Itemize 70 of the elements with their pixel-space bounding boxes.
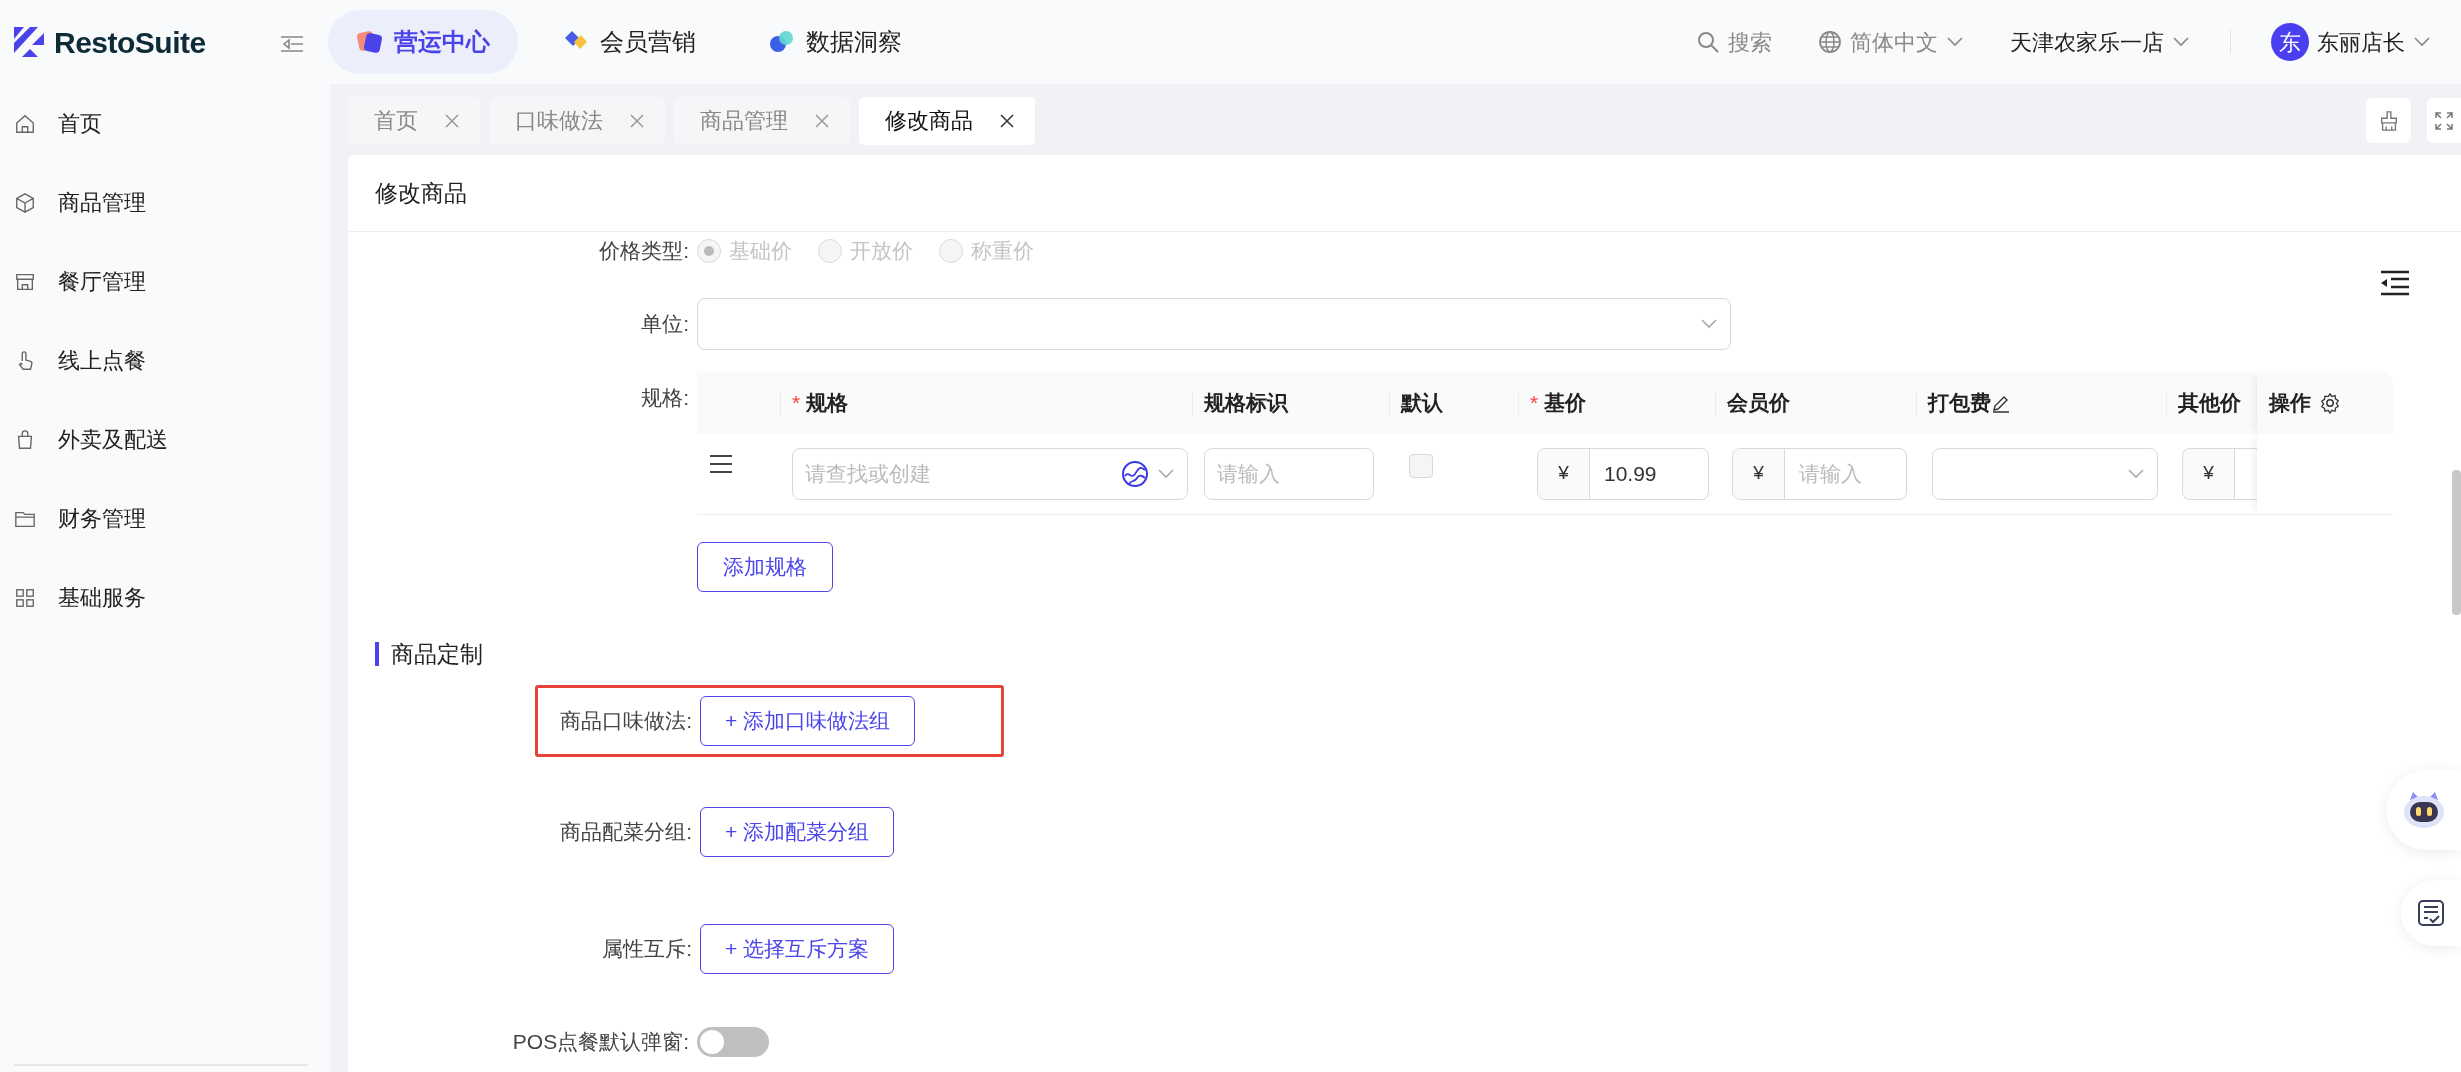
- grid-icon: [14, 586, 36, 609]
- chevron-down-icon: [1946, 36, 1964, 48]
- field-label: 商品口味做法:: [559, 708, 693, 735]
- chevron-down-icon: [2127, 467, 2145, 480]
- checklist-icon: [2417, 899, 2445, 927]
- sidebar-item[interactable]: 基础服务: [0, 558, 330, 637]
- add-spec-button[interactable]: 添加规格: [697, 541, 833, 592]
- chevron-down-icon: [1700, 317, 1718, 330]
- expand-icon: [2434, 110, 2454, 131]
- checkbox[interactable]: [1409, 453, 1433, 478]
- price-input[interactable]: ¥ 10.99: [1537, 447, 1709, 500]
- nav-tab[interactable]: 会员营销: [534, 10, 724, 74]
- field-label: 单位:: [640, 310, 690, 337]
- scrollbar-thumb[interactable]: [2452, 470, 2461, 615]
- user-menu[interactable]: 东 东丽店长: [2265, 22, 2437, 62]
- section-marker: [375, 641, 379, 666]
- column-header: 规格标识: [1192, 371, 1389, 434]
- add-button[interactable]: + 添加配菜分组: [700, 807, 895, 857]
- price-input[interactable]: ¥: [2182, 447, 2257, 500]
- collapse-menu-icon[interactable]: [280, 33, 304, 54]
- column-header: * 规格: [780, 371, 1192, 434]
- field-label: 商品配菜分组:: [559, 819, 693, 846]
- globe-icon[interactable]: [1121, 459, 1149, 488]
- field-label: POS点餐默认弹窗:: [511, 1029, 690, 1055]
- sidebar-item[interactable]: 外卖及配送: [0, 400, 330, 479]
- sidebar-item[interactable]: 财务管理: [0, 479, 330, 558]
- close-icon[interactable]: [999, 112, 1015, 129]
- brand-name: RestoSuite: [54, 24, 206, 61]
- fullscreen-button[interactable]: [2427, 98, 2461, 143]
- clean-button[interactable]: [2366, 98, 2411, 143]
- logo-icon: [12, 25, 46, 59]
- assistant-button[interactable]: [2386, 770, 2461, 850]
- chevron-down-icon: [2172, 36, 2190, 48]
- robot-icon: [2401, 790, 2446, 830]
- column-header: 打包费: [1916, 371, 2166, 434]
- section-title: 商品定制: [391, 639, 483, 669]
- globe-icon: [1818, 30, 1842, 54]
- price-input[interactable]: ¥ 请输入: [1732, 447, 1907, 500]
- store-selector[interactable]: 天津农家乐一店: [2004, 24, 2196, 60]
- field-label: 属性互斥:: [601, 936, 693, 963]
- field-label: 规格:: [640, 384, 690, 411]
- drag-handle-icon[interactable]: [709, 453, 733, 474]
- avatar: 东: [2271, 23, 2309, 61]
- column-header: * 基价: [1518, 371, 1715, 434]
- task-button[interactable]: [2401, 880, 2461, 946]
- column-header: 默认: [1389, 371, 1518, 434]
- home-icon: [14, 112, 36, 135]
- field-label: 价格类型:: [598, 238, 690, 264]
- sidebar-item[interactable]: 商品管理: [0, 163, 330, 242]
- settings-icon[interactable]: [2319, 391, 2341, 414]
- cards-icon: [356, 28, 384, 56]
- column-header: 其他价: [2166, 371, 2257, 434]
- column-header: 操作: [2257, 371, 2393, 434]
- add-button[interactable]: + 添加口味做法组: [700, 696, 916, 746]
- toggle-switch[interactable]: [697, 1026, 769, 1057]
- sidebar-item[interactable]: 首页: [0, 84, 330, 163]
- sidebar-item[interactable]: 线上点餐: [0, 321, 330, 400]
- add-button[interactable]: + 选择互斥方案: [700, 924, 895, 974]
- nav-tab[interactable]: 数据洞察: [740, 10, 930, 74]
- sidebar-item[interactable]: 餐厅管理: [0, 242, 330, 321]
- search-icon: [1696, 30, 1720, 54]
- chevron-down-icon: [1157, 467, 1175, 480]
- chevron-down-icon: [2413, 36, 2431, 48]
- column-header: 会员价: [1715, 371, 1916, 434]
- nav-tab[interactable]: 营运中心: [328, 10, 518, 74]
- cube-icon: [14, 191, 36, 214]
- placeholder-text: 请查找或创建: [805, 460, 931, 487]
- indent-icon[interactable]: [2379, 270, 2411, 297]
- page-title: 修改商品: [348, 155, 2461, 232]
- page-tab[interactable]: 修改商品: [859, 96, 1035, 145]
